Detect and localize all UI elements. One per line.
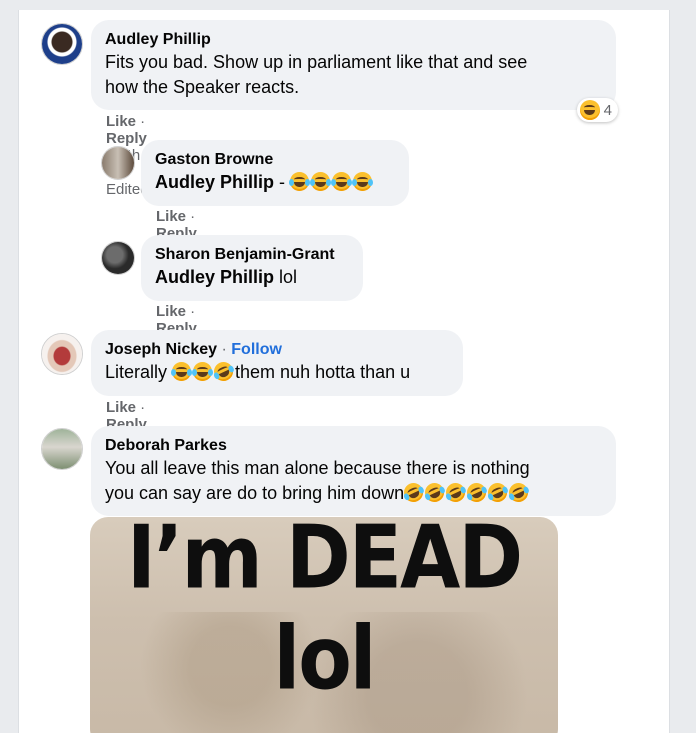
comment-bubble: Gaston Browne Audley Phillip - (141, 140, 409, 206)
laughing-emoji-icon (579, 100, 600, 120)
avatar[interactable] (41, 333, 83, 375)
comment-bubble: Deborah Parkes You all leave this man al… (91, 426, 616, 516)
like-button[interactable]: Like (156, 208, 186, 225)
like-button[interactable]: Like (156, 303, 186, 320)
tears-of-joy-emoji-icon (289, 172, 311, 191)
comment-author[interactable]: Gaston Browne (155, 150, 395, 170)
reaction-badge[interactable]: 4 (576, 98, 618, 122)
avatar[interactable] (101, 241, 135, 275)
comment-author[interactable]: Audley Phillip (105, 30, 602, 50)
rolling-laughing-emoji-icon (422, 479, 448, 506)
comment-text-line: how the Speaker reacts. (105, 77, 300, 97)
rolling-laughing-emoji-icon (210, 358, 237, 385)
like-button[interactable]: Like (106, 399, 136, 416)
avatar[interactable] (41, 23, 83, 65)
comment-author[interactable]: Sharon Benjamin-Grant (155, 245, 349, 265)
comment-bubble: Sharon Benjamin-Grant Audley Phillip lol (141, 235, 363, 301)
comment-bubble: Audley Phillip Fits you bad. Show up in … (91, 20, 618, 122)
rolling-laughing-emoji-icon (401, 479, 427, 506)
tears-of-joy-emoji-icon (331, 172, 353, 191)
gif-attachment[interactable]: I’m DEAD lol (90, 517, 558, 733)
comments-panel: Audley Phillip Fits you bad. Show up in … (18, 10, 670, 733)
rolling-laughing-emoji-icon (485, 479, 511, 506)
rolling-laughing-emoji-icon (506, 479, 532, 506)
comment-bubble: Joseph Nickey · Follow Literally them nu… (91, 330, 463, 396)
rolling-laughing-emoji-icon (443, 479, 469, 506)
avatar[interactable] (101, 146, 135, 180)
mention-link[interactable]: Audley Phillip (155, 267, 274, 287)
tears-of-joy-emoji-icon (192, 362, 214, 381)
gif-caption: I’m DEAD lol (126, 517, 523, 710)
follow-button[interactable]: Follow (231, 341, 282, 358)
like-button[interactable]: Like (106, 113, 136, 130)
comment-author[interactable]: Joseph Nickey (105, 341, 217, 358)
rolling-laughing-emoji-icon (464, 479, 490, 506)
tears-of-joy-emoji-icon (310, 172, 332, 191)
tears-of-joy-emoji-icon (352, 172, 374, 191)
comment-author[interactable]: Deborah Parkes (105, 436, 602, 456)
reaction-count: 4 (603, 101, 612, 119)
tears-of-joy-emoji-icon (171, 362, 193, 381)
avatar[interactable] (41, 428, 83, 470)
mention-link[interactable]: Audley Phillip (155, 172, 274, 192)
comment-text-line: Fits you bad. Show up in parliament like… (105, 52, 528, 72)
reply-button[interactable]: Reply (106, 130, 147, 147)
comment-text-line: You all leave this man alone because the… (105, 458, 530, 478)
